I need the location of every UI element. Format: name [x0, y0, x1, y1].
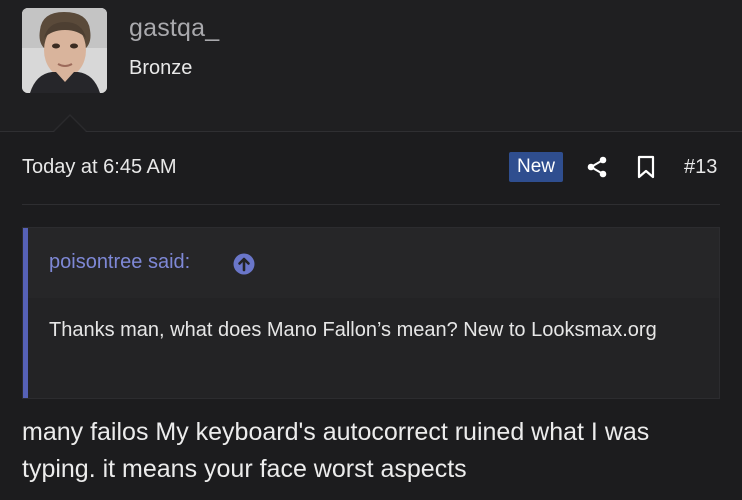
user-avatar[interactable]: [22, 8, 107, 93]
quote-text: Thanks man, what does Mano Fallon’s mean…: [49, 319, 657, 341]
avatar-photo: [22, 8, 107, 93]
header-pointer-fill: [54, 116, 86, 132]
user-rank: Bronze: [129, 57, 193, 79]
quote-header: poisontree said:: [28, 228, 719, 298]
arrow-up-circle-icon[interactable]: [233, 253, 255, 275]
forum-post-page: gastqa_ Bronze Today at 6:45 AM New #13: [0, 0, 742, 500]
user-header: gastqa_ Bronze: [0, 0, 742, 132]
quote-block: poisontree said: Thanks man, what does M…: [22, 227, 720, 399]
post-meta-bar: Today at 6:45 AM New #13: [0, 132, 742, 204]
bookmark-icon[interactable]: [636, 155, 656, 179]
quote-author-link[interactable]: poisontree said:: [49, 251, 190, 274]
post-body: many failos My keyboard's autocorrect ru…: [22, 418, 650, 483]
share-icon[interactable]: [585, 155, 609, 179]
post-number-link[interactable]: #13: [684, 156, 717, 179]
post-container: Today at 6:45 AM New #13 poisontree said…: [0, 132, 742, 500]
new-badge: New: [509, 152, 563, 182]
username[interactable]: gastqa_: [129, 14, 219, 43]
meta-divider: [22, 204, 720, 205]
post-timestamp[interactable]: Today at 6:45 AM: [22, 156, 177, 179]
